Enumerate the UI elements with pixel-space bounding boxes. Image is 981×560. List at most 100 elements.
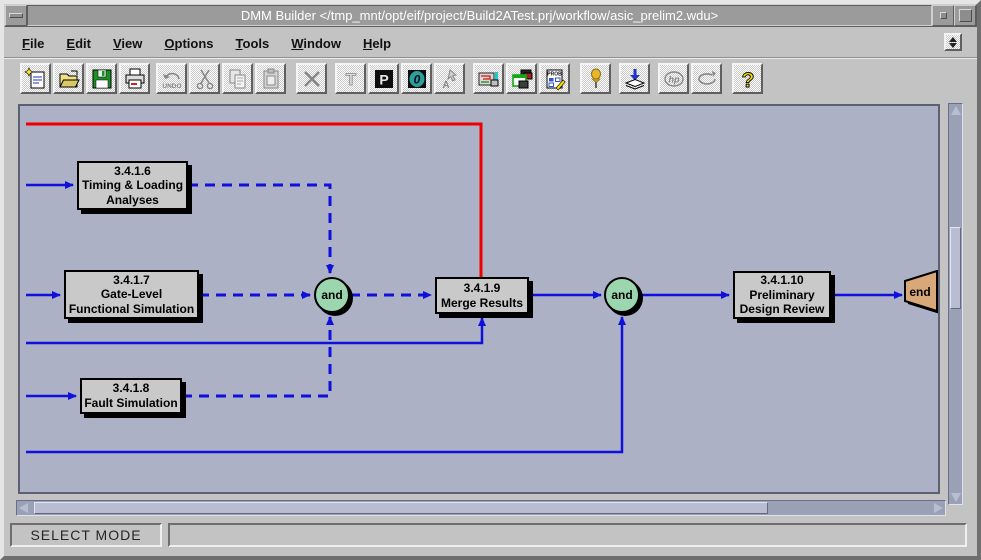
minimize-button[interactable] [932,5,954,26]
print-icon [123,67,147,91]
scroll-up-arrow[interactable] [951,106,961,115]
node-3-4-1-8[interactable]: 3.4.1.8 Fault Simulation [80,378,182,414]
edge-3418-to-and1[interactable] [182,317,330,396]
svg-text:A: A [442,80,449,91]
maximize-button[interactable] [954,5,976,26]
node-and-junction-2[interactable]: and [604,277,640,313]
node-label: 3.4.1.8 [113,381,150,396]
workarea: 3.4.1.6 Timing & Loading Analyses 3.4.1.… [4,98,977,522]
vertical-scrollbar[interactable] [948,103,963,505]
process-tool-button[interactable]: P [368,63,399,94]
problem-report-icon: PROB [543,67,567,91]
node-and-junction-1[interactable]: and [314,277,350,313]
node-3-4-1-10[interactable]: 3.4.1.10 Preliminary Design Review [733,271,831,319]
paste-icon [259,67,283,91]
svg-text:PROB: PROB [547,71,562,77]
svg-text:P: P [379,71,388,87]
open-file-button[interactable] [53,63,84,94]
workflow-editor-icon [477,67,501,91]
menubar: File Edit View Options Tools Window Help [4,29,977,57]
horizontal-scroll-thumb[interactable] [34,502,768,514]
node-label: and [611,288,632,302]
node-3-4-1-6[interactable]: 3.4.1.6 Timing & Loading Analyses [77,161,188,210]
scroll-right-arrow[interactable] [934,503,943,513]
hp-tool-icon: hp [662,67,686,91]
delete-button[interactable] [296,63,327,94]
operation-tool-button[interactable]: 0 [401,63,432,94]
node-label: 3.4.1.10 [760,273,803,288]
vertical-scroll-thumb[interactable] [950,227,961,309]
new-file-icon [24,67,48,91]
annotate-tool-icon: A [438,67,462,91]
annotate-tool-button[interactable]: A [434,63,465,94]
workflow-canvas[interactable]: 3.4.1.6 Timing & Loading Analyses 3.4.1.… [18,104,940,494]
hp-tool-button[interactable]: hp [658,63,689,94]
node-3-4-1-7[interactable]: 3.4.1.7 Gate-Level Functional Simulation [64,270,199,319]
message-panel [168,523,967,547]
menu-window[interactable]: Window [291,36,341,51]
window-menu-icon [9,13,23,18]
problem-report-button[interactable]: PROB [539,63,570,94]
mode-indicator: SELECT MODE [10,523,162,547]
minimize-icon [940,12,947,19]
cut-button[interactable] [189,63,220,94]
menu-view[interactable]: View [113,36,142,51]
mode-text: SELECT MODE [30,527,141,543]
window-cascade-icon [510,67,534,91]
workflow-editor-button[interactable] [473,63,504,94]
scroll-down-arrow[interactable] [951,493,961,502]
refresh-button[interactable] [691,63,722,94]
svg-text:T: T [345,70,356,89]
toolbar-collapse-button[interactable] [944,33,962,51]
edge-input-to-3419-bottom[interactable] [26,318,482,343]
window-cascade-button[interactable] [506,63,537,94]
maximize-icon [959,9,972,22]
menu-file[interactable]: File [22,36,44,51]
help-icon: ? [736,67,760,91]
node-label: and [321,288,342,302]
print-button[interactable] [119,63,150,94]
node-label: 3.4.1.6 [114,164,151,179]
edge-3416-to-and1[interactable] [188,185,330,273]
horizontal-scrollbar[interactable] [16,500,946,516]
node-label: Timing & Loading [82,178,183,193]
copy-button[interactable] [222,63,253,94]
menu-tools[interactable]: Tools [236,36,270,51]
undo-button[interactable]: UNDO [156,63,187,94]
pushpin-icon [584,67,608,91]
help-button[interactable]: ? [732,63,763,94]
node-label: 3.4.1.9 [464,281,501,296]
operation-tool-icon: 0 [405,67,429,91]
import-stack-button[interactable] [619,63,650,94]
window-menu-button[interactable] [5,5,27,26]
paste-button[interactable] [255,63,286,94]
toolbar: UNDO [4,59,977,102]
save-file-icon [90,67,114,91]
app-window: DMM Builder </tmp_mnt/opt/eif/project/Bu… [0,0,981,560]
refresh-icon [695,67,719,91]
svg-text:UNDO: UNDO [162,83,181,90]
cut-icon [193,67,217,91]
new-file-button[interactable] [20,63,51,94]
delete-icon [300,67,324,91]
menu-edit[interactable]: Edit [66,36,91,51]
undo-icon: UNDO [160,67,184,91]
menu-options[interactable]: Options [164,36,213,51]
node-label: Analyses [106,193,159,208]
menu-help[interactable]: Help [363,36,391,51]
pushpin-button[interactable] [580,63,611,94]
svg-text:0: 0 [413,72,420,86]
text-tool-icon: T [339,67,363,91]
save-file-button[interactable] [86,63,117,94]
end-shape: end [904,270,940,317]
svg-text:end: end [909,285,930,299]
titlebar: DMM Builder </tmp_mnt/opt/eif/project/Bu… [4,4,977,27]
sash-up-icon [949,37,957,42]
node-label: Preliminary [749,288,814,303]
sash-down-icon [949,43,957,48]
node-3-4-1-9[interactable]: 3.4.1.9 Merge Results [435,277,529,314]
svg-text:?: ? [741,69,754,91]
node-end[interactable]: end [904,270,940,322]
text-tool-button[interactable]: T [335,63,366,94]
scroll-left-arrow[interactable] [19,503,28,513]
